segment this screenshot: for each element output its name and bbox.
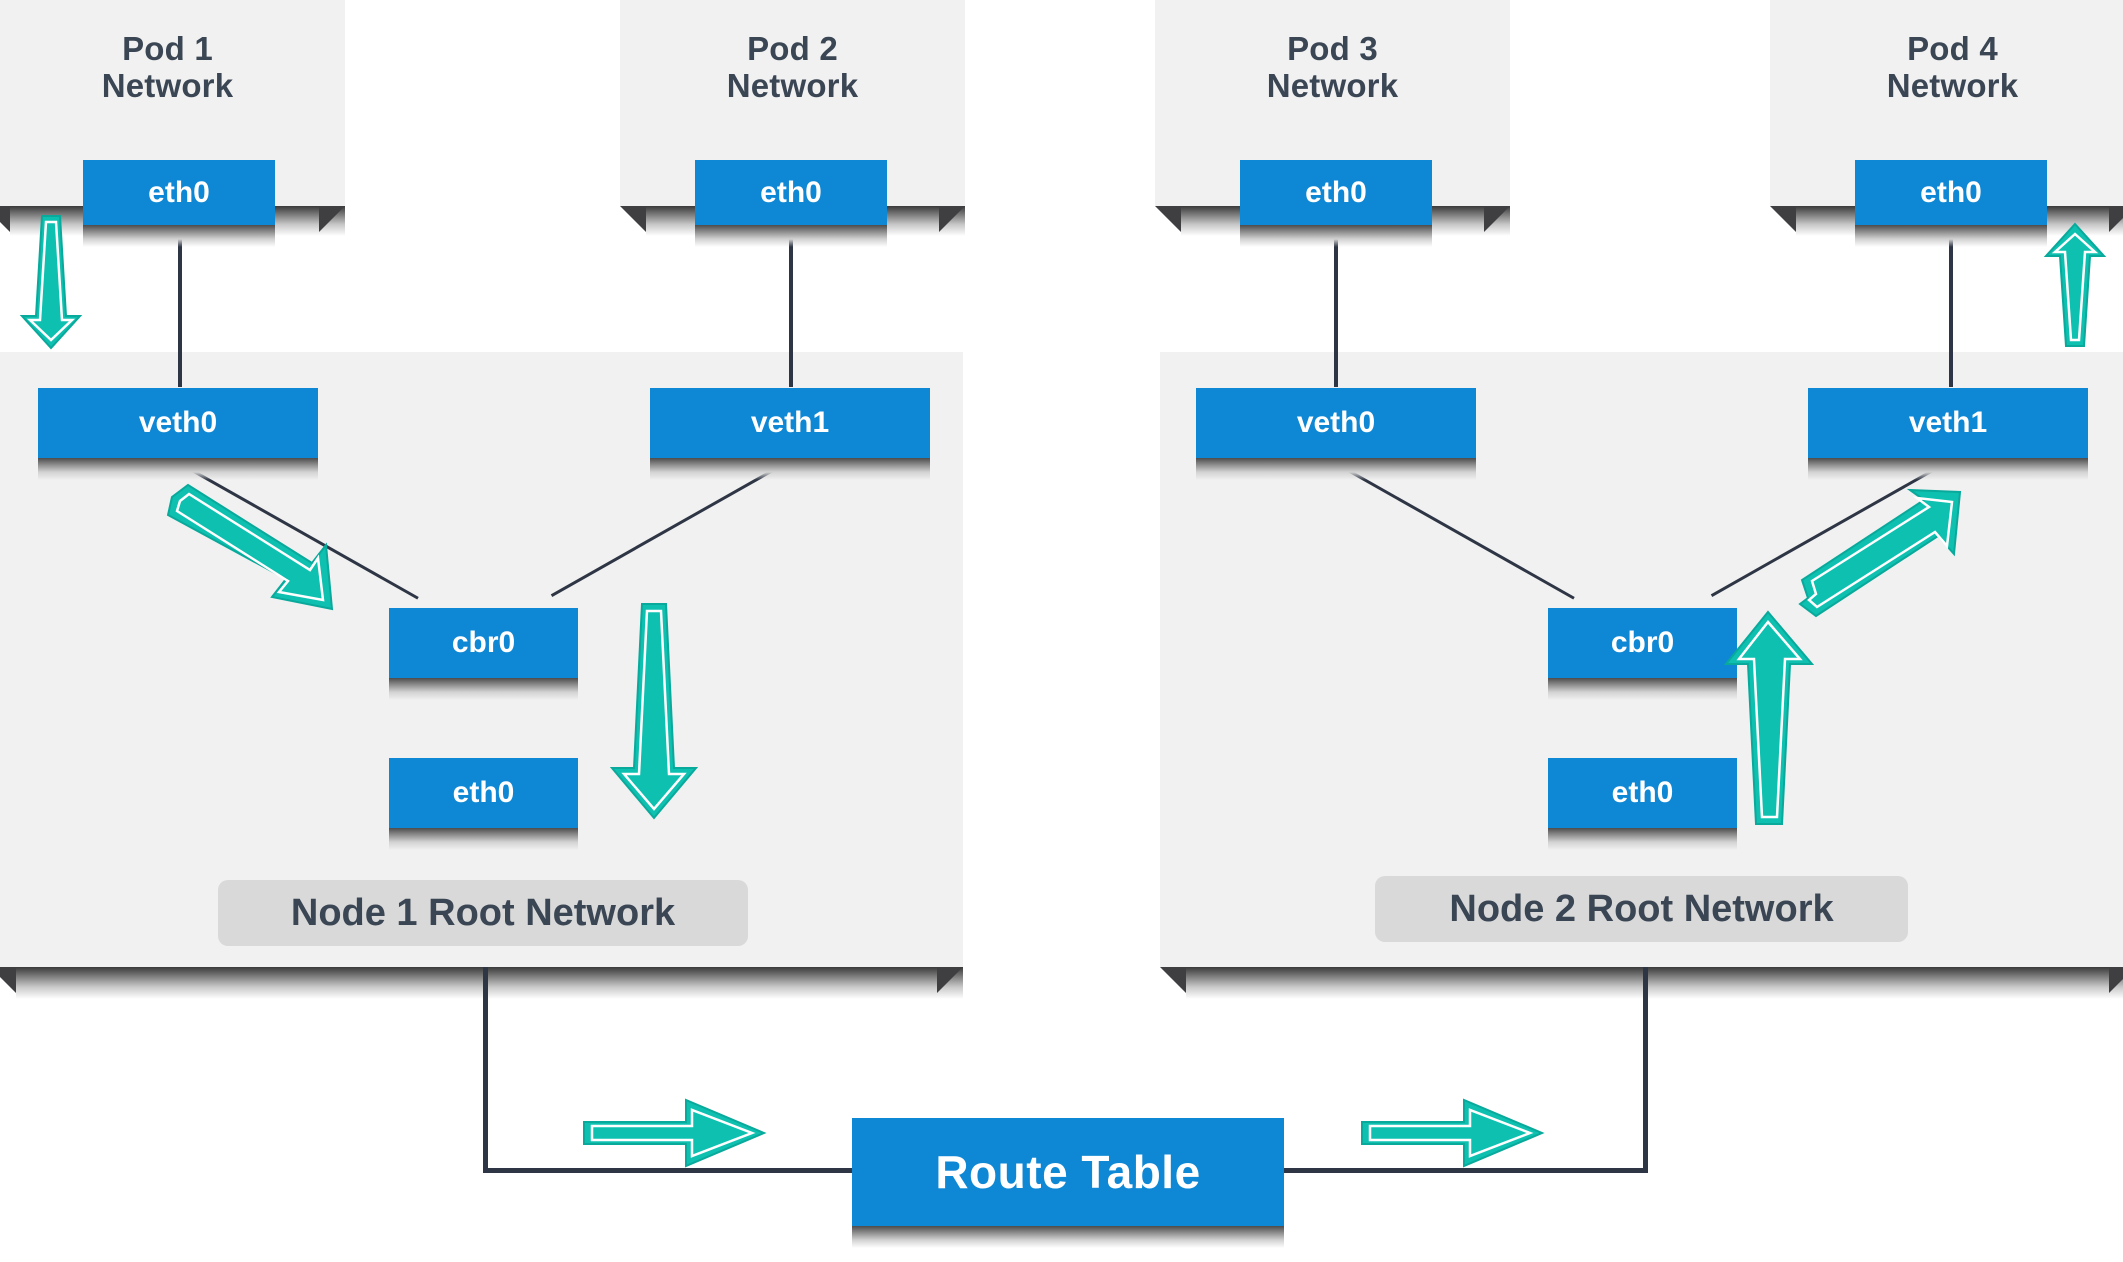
pod-2-eth0-label: eth0 [760,175,822,209]
pod-4-eth0-box[interactable]: eth0 [1855,160,2047,247]
flow-arrow-pod1-to-veth0-down-icon [19,215,83,350]
node-1-label-text: Node 1 Root Network [290,891,676,934]
line-node1-to-route-table-horizontal [483,1168,858,1173]
node-2-cbr0-box[interactable]: cbr0 [1548,608,1737,700]
pod-2-eth0-box[interactable]: eth0 [695,160,887,247]
line-node2-to-route-table-vertical [1643,967,1648,1172]
node-2-cbr0-label: cbr0 [1610,626,1675,659]
line-pod3-eth0-to-node2-veth0 [1334,225,1338,387]
flow-arrow-veth0-to-cbr0-down-right-icon [166,483,334,611]
node-1-eth0-box[interactable]: eth0 [389,758,578,850]
node-2-eth0-box[interactable]: eth0 [1548,758,1737,850]
pod-4-shadow-corner-right [2109,206,2123,232]
node-1-container-shadow [16,967,963,999]
flow-arrow-node1-to-route-table-right-icon [583,1098,767,1168]
node-1-cbr0-label: cbr0 [451,626,516,659]
pod-3-title-line1: Pod 3 [1287,30,1378,67]
pod-3-title: Pod 3 Network [1155,30,1510,105]
pod-3-eth0-label: eth0 [1305,175,1367,209]
pod-3-shadow-corner-left [1155,206,1181,232]
route-table-box[interactable]: Route Table [852,1118,1284,1248]
pod-4-shadow-corner-left [1770,206,1796,232]
node-1-eth0-label: eth0 [452,776,515,809]
flow-arrow-node2-eth0-to-cbr0-up-icon [1723,610,1815,825]
pod-3-title-line2: Network [1266,67,1399,105]
line-pod1-eth0-to-node1-veth0 [178,225,182,387]
pod-2-title-line1: Pod 2 [747,30,838,67]
pod-2-title: Pod 2 Network [620,30,965,105]
node-2-veth1-label: veth1 [1908,406,1988,439]
pod-1-eth0-label: eth0 [148,175,210,209]
node-2-veth1-box[interactable]: veth1 [1808,388,2088,480]
pod-1-title-line1: Pod 1 [122,30,213,67]
node-1-veth0-box[interactable]: veth0 [38,388,318,480]
node-1-veth0-label: veth0 [138,406,218,439]
pod-1-shadow-corner-right [319,206,345,232]
line-node1-to-route-table-vertical [483,967,488,1172]
pod-3-eth0-box[interactable]: eth0 [1240,160,1432,247]
node-1-veth1-label: veth1 [750,406,830,439]
pod-2-shadow-corner-left [620,206,646,232]
pod-1-shadow-corner-left [0,206,10,232]
node-1-veth1-box[interactable]: veth1 [650,388,930,480]
flow-arrow-veth1-to-pod4-eth0-up-icon [2043,222,2107,347]
pod-1-title: Pod 1 Network [0,30,345,105]
pod-4-title-line1: Pod 4 [1907,30,1998,67]
pod-3-shadow-corner-right [1484,206,1510,232]
line-pod2-eth0-to-node1-veth1 [789,225,793,387]
pod-4-title: Pod 4 Network [1770,30,2123,105]
node-2-container-shadow [1186,967,2123,999]
line-node2-to-route-table-horizontal [1280,1168,1648,1173]
pod-4-eth0-label: eth0 [1920,175,1982,209]
node-2-eth0-label: eth0 [1611,776,1674,809]
flow-arrow-route-table-to-node2-right-icon [1361,1098,1545,1168]
node-1-root-network-label: Node 1 Root Network [218,880,748,946]
line-pod4-eth0-to-node2-veth1 [1949,225,1953,387]
node-2-veth0-label: veth0 [1296,406,1376,439]
pod-2-shadow-corner-right [939,206,965,232]
route-table-label: Route Table [935,1146,1201,1198]
pod-1-title-line2: Network [101,67,234,105]
network-diagram-canvas: Pod 1 Network eth0 Pod 2 Network eth0 Po… [0,0,2123,1262]
pod-2-title-line2: Network [726,67,859,105]
flow-arrow-cbr0-to-eth0-down-icon [609,603,699,820]
node-1-shadow-corner-left [0,967,16,993]
pod-4-title-line2: Network [1886,67,2019,105]
node-2-shadow-corner-left [1160,967,1186,993]
node-2-shadow-corner-right [2109,967,2123,993]
node-1-shadow-corner-right [937,967,963,993]
pod-1-eth0-box[interactable]: eth0 [83,160,275,247]
node-2-label-text: Node 2 Root Network [1449,887,1834,930]
node-2-root-network-label: Node 2 Root Network [1375,876,1908,942]
node-1-cbr0-box[interactable]: cbr0 [389,608,578,700]
flow-arrow-node2-cbr0-to-veth1-up-right-icon [1798,488,1962,618]
node-2-veth0-box[interactable]: veth0 [1196,388,1476,480]
